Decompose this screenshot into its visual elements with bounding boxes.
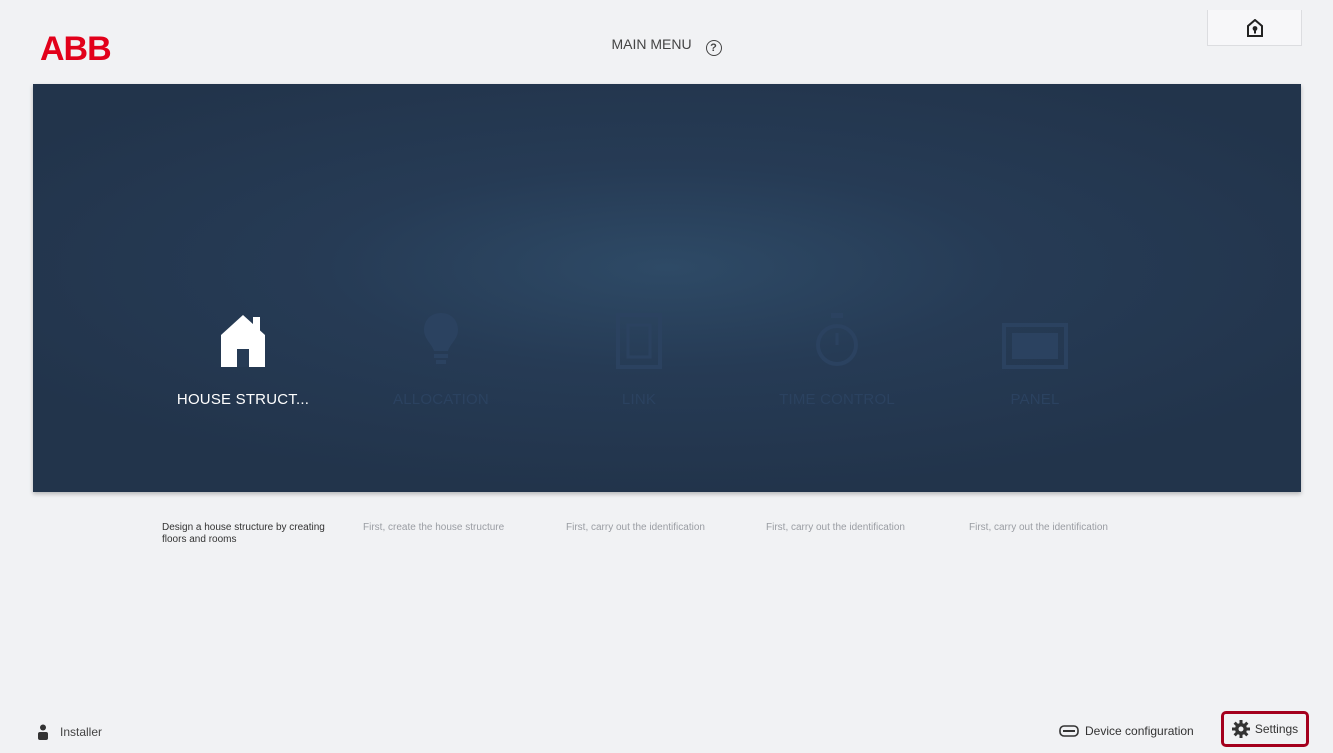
panel-icon [1002, 323, 1068, 369]
gear-icon [1231, 720, 1250, 738]
page-title: MAIN MENU [611, 36, 692, 52]
tile-label: HOUSE STRUCT... [176, 391, 310, 408]
stopwatch-icon [816, 313, 858, 366]
tile-label: LINK [621, 391, 657, 408]
tile-link: LINK [539, 309, 739, 408]
house-icon [221, 315, 265, 367]
tile-label: PANEL [1010, 391, 1060, 408]
device-configuration-label: Device configuration [1085, 724, 1194, 738]
tile-label: TIME CONTROL [779, 391, 895, 408]
tile-description-house-structure: Design a house structure by creating flo… [162, 522, 325, 545]
settings-label: Settings [1254, 722, 1299, 736]
device-configuration-button[interactable]: Device configuration [1059, 724, 1194, 738]
help-icon[interactable]: ? [705, 40, 722, 56]
user-role-label: Installer [60, 725, 103, 739]
link-panel-icon [616, 313, 662, 369]
tile-description-time-control: First, carry out the identification [766, 522, 905, 533]
tile-description-link: First, carry out the identification [566, 522, 705, 533]
tile-time-control: TIME CONTROL [737, 309, 937, 408]
user-role[interactable]: Installer [38, 724, 102, 740]
home-shield-icon [1246, 18, 1263, 37]
device-icon [1059, 725, 1079, 737]
tile-panel: PANEL [935, 309, 1135, 408]
lightbulb-icon [424, 313, 458, 364]
tile-label: ALLOCATION [393, 391, 489, 408]
home-button[interactable] [1207, 10, 1302, 46]
tile-description-panel: First, carry out the identification [969, 522, 1108, 533]
main-menu-panel: HOUSE STRUCT... ALLOCATION LINK TIME CON… [33, 84, 1301, 492]
tile-house-structure[interactable]: HOUSE STRUCT... [143, 309, 343, 408]
tile-description-allocation: First, create the house structure [363, 522, 505, 533]
user-icon [38, 724, 48, 740]
settings-button[interactable]: Settings [1221, 711, 1309, 747]
page-title-bar: MAIN MENU ? [0, 36, 1333, 56]
tile-allocation: ALLOCATION [341, 309, 541, 408]
